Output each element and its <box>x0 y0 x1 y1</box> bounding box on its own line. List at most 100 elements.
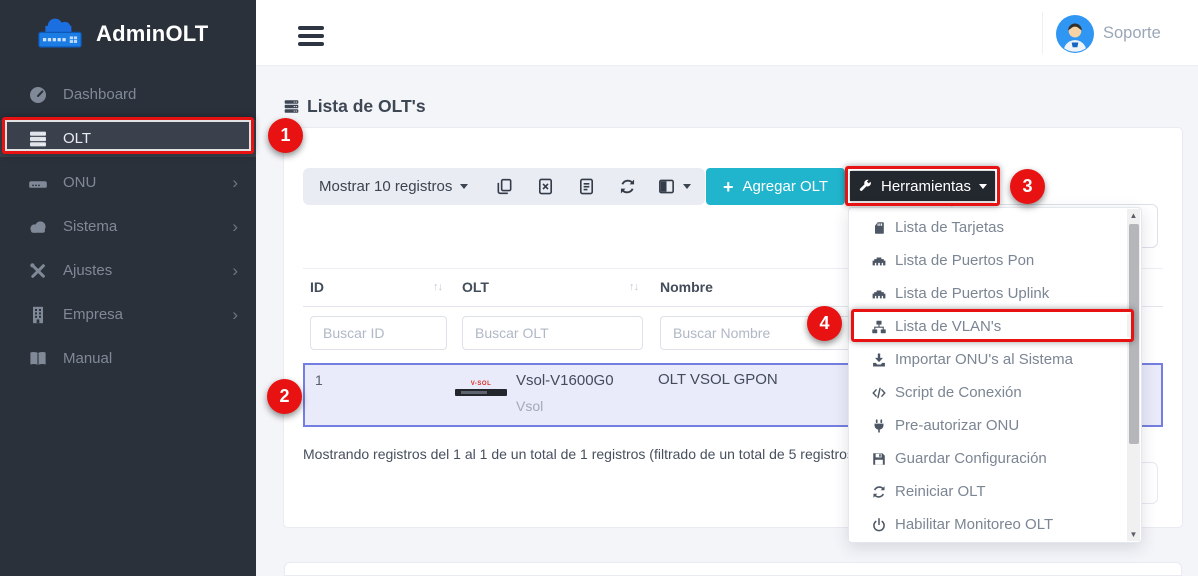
tools-dropdown-button[interactable]: Herramientas <box>849 170 996 203</box>
file-icon <box>577 177 596 196</box>
refresh-icon <box>871 484 887 500</box>
menu-item-habilitar-monitoreo[interactable]: Habilitar Monitoreo OLT <box>849 508 1127 541</box>
menu-item-lista-puertos-pon[interactable]: Lista de Puertos Pon <box>849 244 1127 277</box>
brand-name: AdminOLT <box>96 21 208 47</box>
row-cell-olt-brand: Vsol <box>516 398 543 414</box>
column-visibility-button[interactable] <box>648 168 700 205</box>
sidebar: AdminOLT Dashboard OLT ONU › Sistema › A… <box>0 0 256 576</box>
row-cell-id: 1 <box>315 372 323 388</box>
scrollbar-thumb[interactable] <box>1129 224 1139 444</box>
olt-device-image: V-SOL <box>454 381 508 396</box>
sidebar-item-label: Sistema <box>63 218 117 235</box>
menu-item-lista-tarjetas[interactable]: Lista de Tarjetas <box>849 211 1127 244</box>
sd-card-icon <box>871 220 887 236</box>
show-entries-dropdown[interactable]: Mostrar 10 registros <box>303 178 484 195</box>
export-excel-button[interactable] <box>525 168 566 205</box>
chevron-right-icon: › <box>232 306 238 323</box>
filter-id-input[interactable] <box>310 316 447 350</box>
sidebar-item-sistema[interactable]: Sistema › <box>0 208 256 245</box>
sort-icon[interactable]: ↑↓ <box>629 281 638 293</box>
annotation-step-4: 4 <box>807 306 842 341</box>
excel-icon <box>536 177 555 196</box>
sidebar-item-ajustes[interactable]: Ajustes › <box>0 252 256 289</box>
add-olt-label: Agregar OLT <box>742 178 828 195</box>
dashboard-icon <box>28 85 48 105</box>
ethernet-icon <box>871 253 887 269</box>
save-icon <box>871 451 887 467</box>
onu-icon <box>28 173 48 193</box>
caret-down-icon <box>460 184 468 189</box>
copy-icon <box>495 177 514 196</box>
topbar-divider <box>1042 12 1043 54</box>
code-icon <box>871 385 887 401</box>
cloud-icon <box>28 217 48 237</box>
sidebar-toggle-button[interactable] <box>298 26 324 51</box>
column-header-id[interactable]: ID <box>310 279 324 295</box>
sitemap-icon <box>871 319 887 335</box>
sidebar-item-label: Ajustes <box>63 262 112 279</box>
scroll-down-icon[interactable]: ▼ <box>1127 528 1140 541</box>
column-header-nombre[interactable]: Nombre <box>660 279 713 295</box>
filter-olt-input[interactable] <box>462 316 643 350</box>
wrench-icon <box>858 179 873 194</box>
sort-icon[interactable]: ↑↓ <box>433 281 442 293</box>
book-icon <box>28 349 48 369</box>
power-icon <box>871 517 887 533</box>
copy-button[interactable] <box>484 168 525 205</box>
sidebar-item-olt[interactable]: OLT <box>0 120 256 157</box>
annotation-step-1: 1 <box>268 118 303 153</box>
reload-button[interactable] <box>607 168 648 205</box>
add-olt-button[interactable]: + Agregar OLT <box>706 168 845 205</box>
columns-icon <box>657 177 676 196</box>
menu-item-lista-vlans[interactable]: Lista de VLAN's <box>849 310 1127 343</box>
server-icon <box>283 98 300 115</box>
sidebar-item-label: OLT <box>63 130 91 147</box>
user-menu[interactable]: Soporte <box>1103 24 1161 43</box>
sidebar-item-manual[interactable]: Manual <box>0 340 256 377</box>
plus-icon: + <box>723 178 734 196</box>
sidebar-item-label: Empresa <box>63 306 123 323</box>
ethernet-icon <box>871 286 887 302</box>
column-header-olt[interactable]: OLT <box>462 279 489 295</box>
refresh-icon <box>618 177 637 196</box>
caret-down-icon <box>683 184 691 189</box>
plug-icon <box>871 418 887 434</box>
sidebar-item-empresa[interactable]: Empresa › <box>0 296 256 333</box>
menu-item-reiniciar-olt[interactable]: Reiniciar OLT <box>849 475 1127 508</box>
tools-dropdown-menu: Lista de Tarjetas Lista de Puertos Pon L… <box>848 207 1142 543</box>
tools-label: Herramientas <box>881 178 971 195</box>
annotation-step-2: 2 <box>267 379 302 414</box>
brand-logo-icon <box>34 14 86 54</box>
sidebar-item-onu[interactable]: ONU › <box>0 164 256 201</box>
menu-item-pre-autorizar-onu[interactable]: Pre-autorizar ONU <box>849 409 1127 442</box>
caret-down-icon <box>979 184 987 189</box>
page-title: Lista de OLT's <box>307 96 426 117</box>
sidebar-item-label: ONU <box>63 174 96 191</box>
chevron-right-icon: › <box>232 218 238 235</box>
tools-icon <box>28 261 48 281</box>
sidebar-item-label: Manual <box>63 350 112 367</box>
sidebar-item-label: Dashboard <box>63 86 136 103</box>
menu-item-script-conexion[interactable]: Script de Conexión <box>849 376 1127 409</box>
brand[interactable]: AdminOLT <box>0 0 256 64</box>
building-icon <box>28 305 48 325</box>
next-card-top <box>284 562 1182 576</box>
menu-item-lista-puertos-uplink[interactable]: Lista de Puertos Uplink <box>849 277 1127 310</box>
chevron-right-icon: › <box>232 174 238 191</box>
menu-item-guardar-configuracion[interactable]: Guardar Configuración <box>849 442 1127 475</box>
chevron-right-icon: › <box>232 262 238 279</box>
sidebar-item-dashboard[interactable]: Dashboard <box>0 76 256 113</box>
row-cell-olt-model: Vsol-V1600G0 <box>516 372 614 389</box>
server-icon <box>28 129 48 149</box>
dropdown-scrollbar[interactable]: ▲ ▼ <box>1127 209 1140 541</box>
table-toolbar: Mostrar 10 registros <box>303 168 705 205</box>
show-entries-label: Mostrar 10 registros <box>319 178 452 195</box>
annotation-step-3: 3 <box>1010 169 1045 204</box>
user-avatar-icon <box>1056 15 1094 53</box>
export-file-button[interactable] <box>566 168 607 205</box>
avatar[interactable] <box>1056 15 1094 53</box>
menu-item-importar-onus[interactable]: Importar ONU's al Sistema <box>849 343 1127 376</box>
row-cell-nombre: OLT VSOL GPON <box>658 371 778 388</box>
scroll-up-icon[interactable]: ▲ <box>1127 209 1140 222</box>
download-icon <box>871 352 887 368</box>
